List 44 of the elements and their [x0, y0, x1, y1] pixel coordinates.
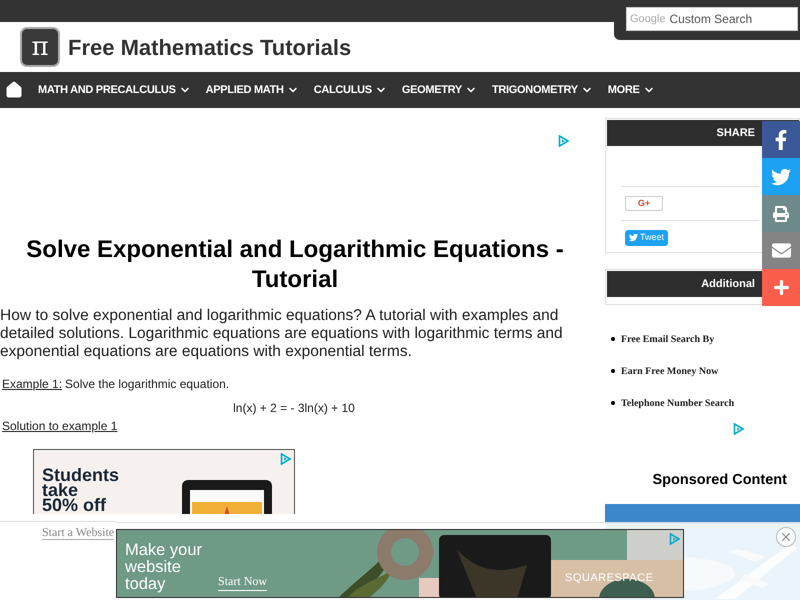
equation: ln(x) + 2 = - 3ln(x) + 10 — [232, 400, 356, 417]
sidebar-link[interactable]: Earn Free Money Now — [621, 364, 718, 396]
example-link[interactable]: Example 1: — [2, 375, 62, 393]
bullet-icon — [611, 401, 615, 405]
printer-icon — [773, 206, 789, 222]
intro-paragraph: How to solve exponential and logarithmic equations? A tutorial with examples and detailed solutions. Logarithmic equations are equations with logarithmic terms and exponential equations are equations with exponential terms. — [0, 307, 564, 361]
google-brand-label: Google — [630, 12, 666, 27]
plus-icon — [772, 279, 790, 296]
sponsored-title: Sponsored Content — [651, 471, 788, 490]
ad-headline: Students take 50% off — [42, 468, 120, 513]
ad-choices-icon[interactable] — [280, 453, 291, 465]
pi-logo-icon[interactable]: π — [20, 27, 60, 67]
bullet-icon — [611, 369, 615, 373]
ad-choices-icon[interactable] — [558, 135, 569, 147]
twitter-bird-icon — [771, 166, 791, 186]
sidebar-link[interactable]: Free Email Search By — [621, 332, 714, 364]
additional-title: Additional — [701, 276, 755, 292]
nav-menu-item[interactable]: MORE — [608, 82, 655, 98]
nav-menu-item[interactable]: APPLIED MATH — [206, 82, 299, 98]
share-side-button[interactable] — [762, 232, 800, 269]
ad-banner[interactable]: Students take 50% off — [33, 449, 295, 514]
google-plus-button[interactable]: G+ — [625, 196, 663, 211]
nav-menu-item[interactable]: GEOMETRY — [402, 82, 477, 98]
nav-menu-item[interactable]: MATH AND PRECALCULUS — [38, 82, 191, 98]
article-title: Solve Exponential and Logarithmic Equations - Tutorial — [25, 235, 565, 295]
nav-menu-item[interactable]: CALCULUS — [314, 82, 387, 98]
share-title: SHARE — [716, 126, 755, 141]
sidebar-link[interactable]: Telephone Number Search — [621, 396, 734, 428]
envelope-icon — [772, 241, 790, 260]
bottom-ad-headline: Make your website today — [125, 542, 202, 595]
share-side-button[interactable] — [762, 269, 800, 306]
solution-link[interactable]: Solution to example 1 — [2, 417, 590, 435]
search-input[interactable]: Custom Search — [669, 10, 780, 28]
share-side-button[interactable] — [762, 158, 800, 195]
nav-menu-item[interactable]: TRIGONOMETRY — [492, 82, 593, 98]
bullet-icon — [611, 337, 615, 341]
example-text: Solve the logarithmic equation. — [65, 376, 230, 393]
ad-cta-link[interactable]: Start a Website — [42, 526, 114, 540]
share-side-button[interactable] — [762, 121, 800, 158]
ad-choices-icon[interactable] — [733, 423, 744, 435]
home-icon[interactable] — [5, 81, 23, 99]
twitter-bird-icon — [629, 233, 638, 242]
site-title[interactable]: Free Mathematics Tutorials — [68, 30, 352, 64]
share-side-button[interactable] — [762, 195, 800, 232]
